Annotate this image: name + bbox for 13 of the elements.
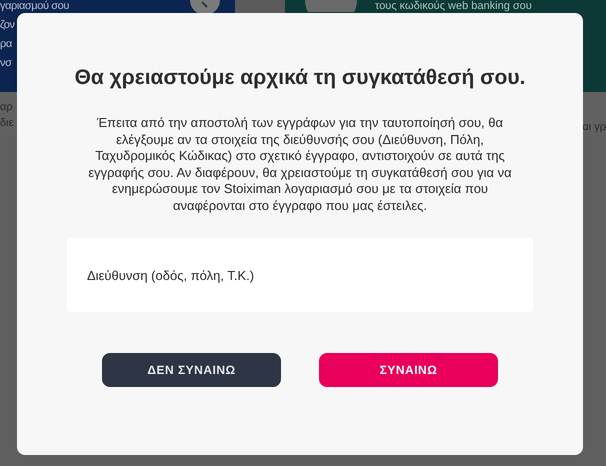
caption-text: αρ	[0, 100, 14, 115]
caption-text: διε	[0, 116, 14, 131]
address-field[interactable]: Διεύθυνση (οδός, πόλη, Τ.Κ.)	[67, 238, 533, 312]
agree-button[interactable]: ΣΥΝΑΙΝΩ	[319, 353, 498, 387]
dialog-text: Έπειτα από την αποστολή των εγγράφων για την ταυτοποίησή σου, θα ελέγξουμε αν τα στοιχεία της διεύθυνσής σου (Διεύθυνση, Πόλη, Ταχυδρομικός Κώδικας) στο σχετικό έγγραφο, αντιστοιχούν σε αυτά της εγγραφής σου. Αν διαφέρουν, θα χρειαστούμε τη συγκατάθεσή σου για να ενημερώσουμε τον Stoiximan λογαριασμό σου με τα στοιχεία που αναφέρονται στο έγγραφο που μας έστειλες.	[87, 115, 513, 214]
decline-button[interactable]: ΔΕΝ ΣΥΝΑΙΝΩ	[102, 353, 281, 387]
banner-text: ζον	[0, 19, 15, 32]
banner-text: νσ	[0, 57, 12, 70]
banner-text: ρα	[0, 38, 12, 51]
banner-text: τους κωδικούς web banking σου	[375, 0, 532, 13]
banner-text: γαριασμού σου	[0, 0, 69, 13]
chevron-icon	[190, 0, 220, 16]
dialog-title: Θα χρειαστούμε αρχικά τη συγκατάθεσή σου.	[74, 65, 526, 91]
